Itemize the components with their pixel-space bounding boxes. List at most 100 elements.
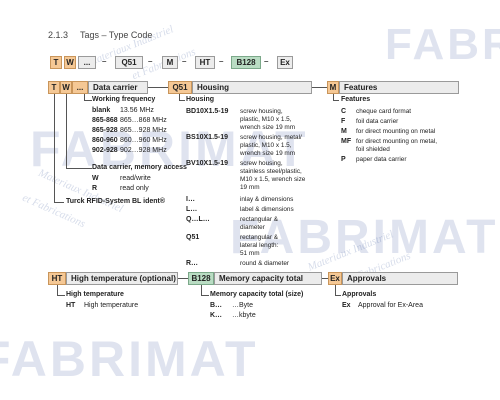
- connector: [66, 94, 67, 168]
- row1-data-carrier: Data carrier: [88, 81, 148, 94]
- row1-w: W: [60, 81, 72, 94]
- memory-desc: …Byte: [232, 302, 254, 309]
- turck-title: Turck RFID-System BL ident®: [66, 198, 166, 205]
- code-ht: HT: [195, 56, 215, 69]
- connector: [54, 202, 64, 203]
- housing-desc: 51 mm: [240, 250, 260, 257]
- memory-access-title: Data carrier, memory access: [92, 164, 187, 171]
- row1-q51: Q51: [168, 81, 192, 94]
- feature-code: M: [341, 128, 347, 135]
- housing-desc: diameter: [240, 224, 265, 231]
- freq-desc: 13.56 MHz: [120, 107, 154, 114]
- memory-code: K…: [210, 312, 223, 319]
- housing-desc: screw housing,: [240, 108, 283, 115]
- row2-high-temp: High temperature (optional): [66, 272, 178, 285]
- housing-code: BS10X1.5-19: [186, 134, 229, 141]
- freq-code: 865-868: [92, 117, 118, 124]
- code-q51: Q51: [115, 56, 143, 69]
- housing-code: BV10X1.5-19: [186, 160, 229, 167]
- ht-title: High temperature: [66, 291, 124, 298]
- connector: [57, 285, 58, 295]
- connector: [66, 168, 92, 169]
- housing-code: Q51: [186, 234, 200, 241]
- housing-desc: screw housing, metal/: [240, 134, 302, 141]
- watermark-logo: FABRIMAT: [0, 331, 259, 387]
- dash: –: [219, 57, 224, 66]
- freq-desc: 860…960 MHz: [120, 137, 167, 144]
- approvals-desc: Approval for Ex-Area: [358, 302, 423, 309]
- connector: [84, 100, 92, 101]
- row1-t: T: [48, 81, 60, 94]
- memory-desc: …kbyte: [232, 312, 256, 319]
- freq-desc: 902…928 MHz: [120, 147, 167, 154]
- connector: [148, 87, 168, 88]
- housing-code: I…: [186, 196, 195, 203]
- dash: –: [182, 57, 187, 66]
- access-desc: read/write: [120, 175, 151, 182]
- housing-desc: wrench size 19 mm: [240, 124, 296, 131]
- approvals-code: Ex: [342, 302, 351, 309]
- freq-desc: 865…928 MHz: [120, 127, 167, 134]
- feature-desc: cheque card format: [356, 108, 412, 115]
- feature-code: F: [341, 118, 346, 125]
- housing-code: R…: [186, 260, 199, 267]
- feature-code: P: [341, 156, 346, 163]
- section-title: Tags – Type Code: [80, 30, 153, 40]
- housing-desc: rectangular &: [240, 234, 279, 241]
- housing-desc: screw housing,: [240, 160, 283, 167]
- working-frequency-title: Working frequency: [92, 96, 156, 103]
- code-dots: ...: [78, 56, 96, 69]
- approvals-title: Approvals: [342, 291, 377, 298]
- connector: [312, 87, 327, 88]
- features-title: Features: [341, 96, 371, 103]
- row1-dots: ...: [72, 81, 88, 94]
- code-m: M: [162, 56, 178, 69]
- housing-code: L…: [186, 206, 198, 213]
- feature-desc: for direct mounting on metal: [356, 128, 436, 135]
- connector: [179, 100, 185, 101]
- dash: –: [148, 57, 153, 66]
- housing-desc: plastic, M10 x 1.5,: [240, 116, 292, 123]
- housing-desc: rectangular &: [240, 216, 279, 223]
- code-b128: B128: [231, 56, 261, 69]
- connector: [201, 295, 209, 296]
- freq-code: 860-960: [92, 137, 118, 144]
- ht-code: HT: [66, 302, 76, 309]
- housing-desc: wrench size 19 mm: [240, 150, 296, 157]
- code-w: W: [64, 56, 76, 69]
- freq-code: 902-928: [92, 147, 118, 154]
- connector: [178, 278, 188, 279]
- row2-memory: Memory capacity total: [214, 272, 322, 285]
- housing-desc: 19 mm: [240, 184, 260, 191]
- row2-ht: HT: [48, 272, 66, 285]
- feature-code: C: [341, 108, 347, 115]
- feature-desc: foil data carrier: [356, 118, 399, 125]
- dash: –: [102, 57, 107, 66]
- feature-desc: paper data carrier: [356, 156, 407, 163]
- ht-desc: High temperature: [84, 302, 139, 309]
- access-code: W: [92, 175, 99, 182]
- row1-m: M: [327, 81, 339, 94]
- feature-code: MF: [341, 138, 352, 145]
- connector: [54, 94, 55, 202]
- memory-title: Memory capacity total (size): [210, 291, 304, 298]
- row2-approvals: Approvals: [342, 272, 458, 285]
- freq-desc: 865…868 MHz: [120, 117, 167, 124]
- memory-code: B…: [210, 302, 223, 309]
- row2-ex: Ex: [328, 272, 342, 285]
- housing-desc: inlay & dimensions: [240, 196, 294, 203]
- housing-code: Q…L…: [186, 216, 210, 223]
- row2-b128: B128: [188, 272, 214, 285]
- connector: [335, 285, 336, 295]
- freq-code: 865-928: [92, 127, 118, 134]
- housing-desc: label & dimensions: [240, 206, 294, 213]
- housing-desc: lateral length:: [240, 242, 279, 249]
- connector: [201, 285, 202, 295]
- housing-desc: plastic, M10 x 1.5,: [240, 142, 292, 149]
- feature-desc: foil shielded: [356, 146, 390, 153]
- code-ex: Ex: [277, 56, 293, 69]
- housing-desc: M10 x 1.5, wrench size: [240, 176, 306, 183]
- housing-title: Housing: [186, 96, 214, 103]
- row1-features: Features: [339, 81, 459, 94]
- access-desc: read only: [120, 185, 149, 192]
